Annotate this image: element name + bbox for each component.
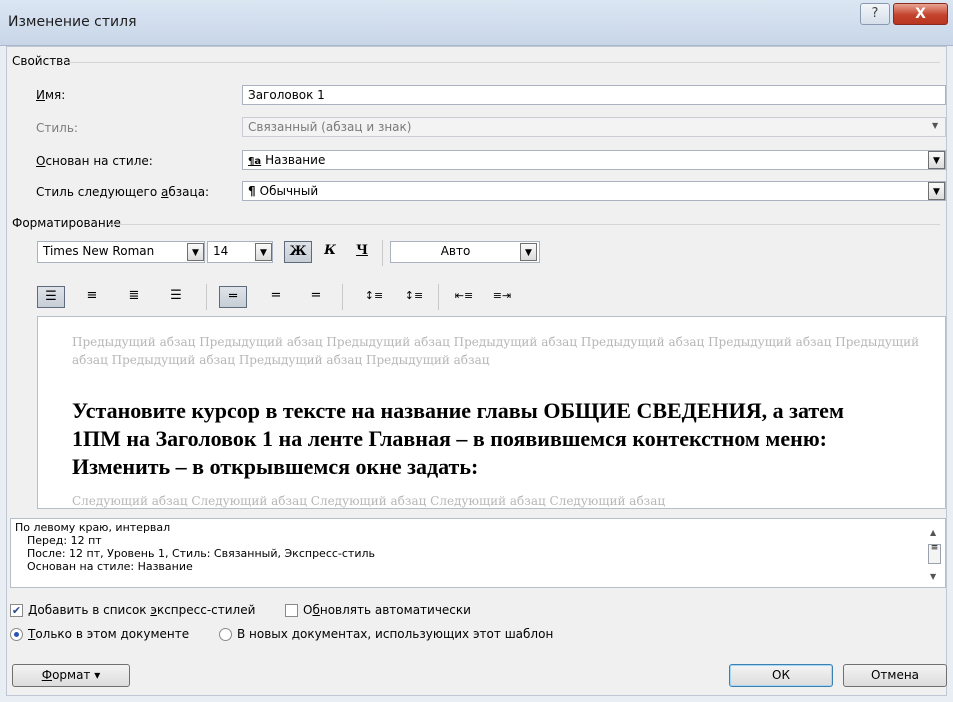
help-button[interactable]: ? <box>860 3 890 25</box>
scroll-down-icon[interactable]: ▼ <box>930 572 936 581</box>
preview-next-paragraph: Следующий абзац Следующий абзац Следующи… <box>72 494 666 508</box>
single-spacing-icon[interactable]: ═ <box>219 286 247 308</box>
align-right-icon[interactable]: ≣ <box>122 286 146 308</box>
name-input[interactable]: Заголовок 1 <box>242 85 946 105</box>
paragraph-style-icon: ¶ <box>248 184 256 198</box>
font-name-select[interactable]: Times New Roman <box>37 241 205 263</box>
cancel-button[interactable]: Отмена <box>843 664 947 687</box>
toolbar-separator <box>342 284 343 310</box>
linked-style-icon: ¶a <box>248 156 262 167</box>
underline-button[interactable]: Ч <box>350 241 374 263</box>
font-name-dropdown-icon[interactable]: ▼ <box>187 243 204 261</box>
style-type-dropdown-icon: ▼ <box>932 121 939 130</box>
next-style-select[interactable]: ¶ Обычный <box>242 181 946 201</box>
toolbar-separator <box>382 240 383 266</box>
add-to-quick-styles-label[interactable]: Добавить в список экспресс-стилей <box>28 603 255 617</box>
font-color-select[interactable]: Авто <box>390 241 540 263</box>
title-bar <box>0 0 953 46</box>
next-style-dropdown-icon[interactable]: ▼ <box>928 182 945 200</box>
format-button[interactable]: Формат ▾ <box>12 664 130 687</box>
scroll-up-icon[interactable]: ▲ <box>930 528 936 537</box>
italic-button[interactable]: К <box>318 241 342 263</box>
justify-icon[interactable]: ☰ <box>164 286 188 308</box>
auto-update-checkbox[interactable] <box>285 604 298 617</box>
align-center-icon[interactable]: ≡ <box>80 286 104 308</box>
decrease-indent-icon[interactable]: ⇤≡ <box>452 286 476 308</box>
style-preview: Предыдущий абзац Предыдущий абзац Предыд… <box>37 316 946 509</box>
style-type-label: Стиль: <box>36 121 78 135</box>
group-divider <box>68 62 940 63</box>
increase-indent-icon[interactable]: ≡⇥ <box>490 286 514 308</box>
description-line: Основан на стиле: Название <box>27 560 193 573</box>
new-documents-label[interactable]: В новых документах, использующих этот ша… <box>237 627 553 641</box>
preview-previous-paragraph: Предыдущий абзац Предыдущий абзац Предыд… <box>72 335 920 367</box>
based-on-select[interactable]: ¶a Название <box>242 150 946 170</box>
description-line: По левому краю, интервал <box>15 521 171 534</box>
description-line: После: 12 пт, Уровень 1, Стиль: Связанны… <box>27 547 375 560</box>
scrollbar-thumb[interactable]: ≡ <box>928 544 941 564</box>
font-color-dropdown-icon[interactable]: ▼ <box>520 243 537 261</box>
new-documents-radio[interactable] <box>219 628 232 641</box>
increase-spacing-before-icon[interactable]: ↕≡ <box>362 286 386 308</box>
double-spacing-icon[interactable]: = <box>304 286 328 308</box>
close-button[interactable]: X <box>893 3 948 25</box>
bold-button[interactable]: Ж <box>284 241 312 263</box>
font-size-dropdown-icon[interactable]: ▼ <box>255 243 272 261</box>
auto-update-label[interactable]: Обновлять автоматически <box>303 603 471 617</box>
next-style-label: Стиль следующего абзаца: <box>36 185 210 199</box>
description-line: Перед: 12 пт <box>27 534 102 547</box>
only-this-document-radio[interactable] <box>10 628 23 641</box>
decrease-spacing-before-icon[interactable]: ↕≡ <box>402 286 426 308</box>
style-type-select: Связанный (абзац и знак) <box>242 117 946 137</box>
one-half-spacing-icon[interactable]: = <box>264 286 288 308</box>
only-this-document-label[interactable]: Только в этом документе <box>28 627 189 641</box>
add-to-quick-styles-checkbox[interactable]: ✔ <box>10 604 23 617</box>
toolbar-separator <box>206 284 207 310</box>
based-on-label: Основан на стиле: <box>36 154 153 168</box>
properties-group-label: Свойства <box>12 54 71 68</box>
name-label: Имя: <box>36 88 66 102</box>
formatting-group-label: Форматирование <box>12 216 121 230</box>
align-left-icon[interactable]: ☰ <box>37 286 65 308</box>
preview-main-paragraph: Установите курсор в тексте на название г… <box>72 398 844 479</box>
group-divider <box>108 224 940 225</box>
style-description: По левому краю, интервал Перед: 12 пт По… <box>10 518 946 588</box>
window-title: Изменение стиля <box>8 14 137 30</box>
based-on-dropdown-icon[interactable]: ▼ <box>928 151 945 169</box>
ok-button[interactable]: ОК <box>729 664 833 687</box>
toolbar-separator <box>438 284 439 310</box>
